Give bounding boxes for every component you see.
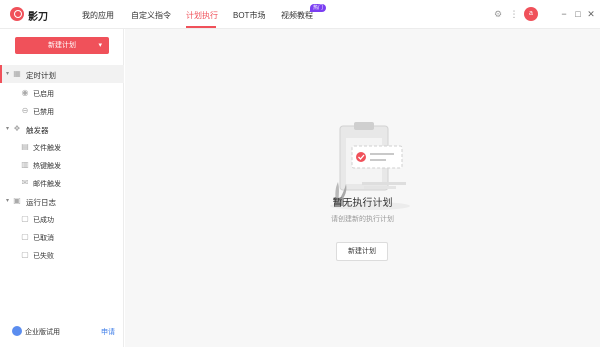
sidebar-item-label: 已取消 — [33, 235, 54, 242]
maximize-icon[interactable]: □ — [572, 7, 584, 21]
app-logo-icon — [10, 7, 24, 21]
keyboard-icon: ▥ — [21, 160, 29, 169]
tab-my-apps[interactable]: 我的应用 — [82, 10, 114, 21]
settings-gear-icon[interactable]: ⚙ — [492, 8, 504, 20]
more-menu-icon[interactable]: ⋮ — [508, 8, 520, 20]
sidebar-item-label: 邮件触发 — [33, 181, 61, 188]
create-plan-button[interactable]: 新建计划 — [336, 242, 388, 261]
check-circle-icon: ◉ — [21, 88, 29, 97]
sidebar-group-triggers[interactable]: ▾ ❖ 触发器 — [0, 120, 124, 138]
tab-scheduled-execution[interactable]: 计划执行 — [186, 10, 218, 21]
log-icon: ▣ — [13, 196, 21, 205]
sidebar-item-cancelled[interactable]: ▢ 已取消 — [0, 228, 124, 246]
sidebar-item-mail-trigger[interactable]: ✉ 邮件触发 — [0, 174, 124, 192]
minus-circle-icon: ⊖ — [21, 106, 29, 115]
sidebar-item-label: 已启用 — [33, 91, 54, 98]
sidebar-item-enabled[interactable]: ◉ 已启用 — [0, 84, 124, 102]
sidebar: 新建计划 ▾ ▾ ▦ 定时计划 ◉ 已启用 ⊖ 已禁用 ▾ ❖ 触发器 ▤ 文件… — [0, 29, 124, 347]
enterprise-icon — [12, 326, 22, 336]
minimize-icon[interactable]: − — [558, 7, 570, 21]
sidebar-group-label: 运行日志 — [26, 198, 56, 207]
sidebar-item-label: 已成功 — [33, 217, 54, 224]
hot-badge: 热门 — [310, 4, 327, 12]
clipboard-cancel-icon: ▢ — [21, 232, 29, 241]
sidebar-item-succeeded[interactable]: ▢ 已成功 — [0, 210, 124, 228]
user-avatar[interactable]: a — [524, 7, 538, 21]
empty-state-subtitle: 请创建新的执行计划 — [331, 216, 394, 223]
file-icon: ▤ — [21, 142, 29, 151]
tab-custom-commands[interactable]: 自定义指令 — [131, 10, 171, 21]
sidebar-item-failed[interactable]: ▢ 已失败 — [0, 246, 124, 264]
app-name: 影刀 — [28, 12, 48, 23]
clipboard-check-icon: ▢ — [21, 214, 29, 223]
new-plan-button-label: 新建计划 — [48, 42, 76, 49]
new-plan-button[interactable]: 新建计划 ▾ — [15, 37, 110, 54]
sidebar-group-run-log[interactable]: ▾ ▣ 运行日志 — [0, 192, 124, 210]
divider — [109, 42, 110, 50]
sidebar-item-label: 文件触发 — [33, 145, 61, 152]
apply-link[interactable]: 申请 — [101, 327, 115, 337]
sidebar-group-label: 触发器 — [26, 126, 49, 135]
caret-down-icon: ▾ — [6, 126, 10, 132]
title-bar: 影刀 我的应用 自定义指令 计划执行 BOT市场 视频教程 热门 ⚙ ⋮ a −… — [0, 0, 600, 29]
sidebar-item-label: 已禁用 — [33, 109, 54, 116]
sidebar-group-label: 定时计划 — [26, 71, 56, 80]
sidebar-item-disabled[interactable]: ⊖ 已禁用 — [0, 102, 124, 120]
mail-icon: ✉ — [21, 178, 29, 187]
tab-video-tutorials[interactable]: 视频教程 — [281, 10, 313, 21]
sidebar-group-scheduled[interactable]: ▾ ▦ 定时计划 — [0, 65, 124, 83]
caret-down-icon: ▾ — [6, 71, 10, 77]
sidebar-item-label: 热键触发 — [33, 163, 61, 170]
close-icon[interactable]: ✕ — [585, 7, 597, 21]
active-tab-indicator — [186, 26, 216, 28]
tab-bot-market[interactable]: BOT市场 — [233, 10, 265, 21]
enterprise-trial-label: 企业版试用 — [25, 329, 60, 336]
grid-icon: ▦ — [13, 69, 21, 78]
chevron-down-icon[interactable]: ▾ — [98, 37, 102, 54]
caret-down-icon: ▾ — [6, 198, 10, 204]
clipboard-error-icon: ▢ — [21, 250, 29, 259]
sidebar-item-label: 已失败 — [33, 253, 54, 260]
trigger-icon: ❖ — [13, 124, 21, 133]
sidebar-item-hotkey-trigger[interactable]: ▥ 热键触发 — [0, 156, 124, 174]
empty-state-title: 暂无执行计划 — [332, 198, 393, 209]
sidebar-item-file-trigger[interactable]: ▤ 文件触发 — [0, 138, 124, 156]
main-content: 暂无执行计划 请创建新的执行计划 新建计划 — [125, 29, 600, 347]
